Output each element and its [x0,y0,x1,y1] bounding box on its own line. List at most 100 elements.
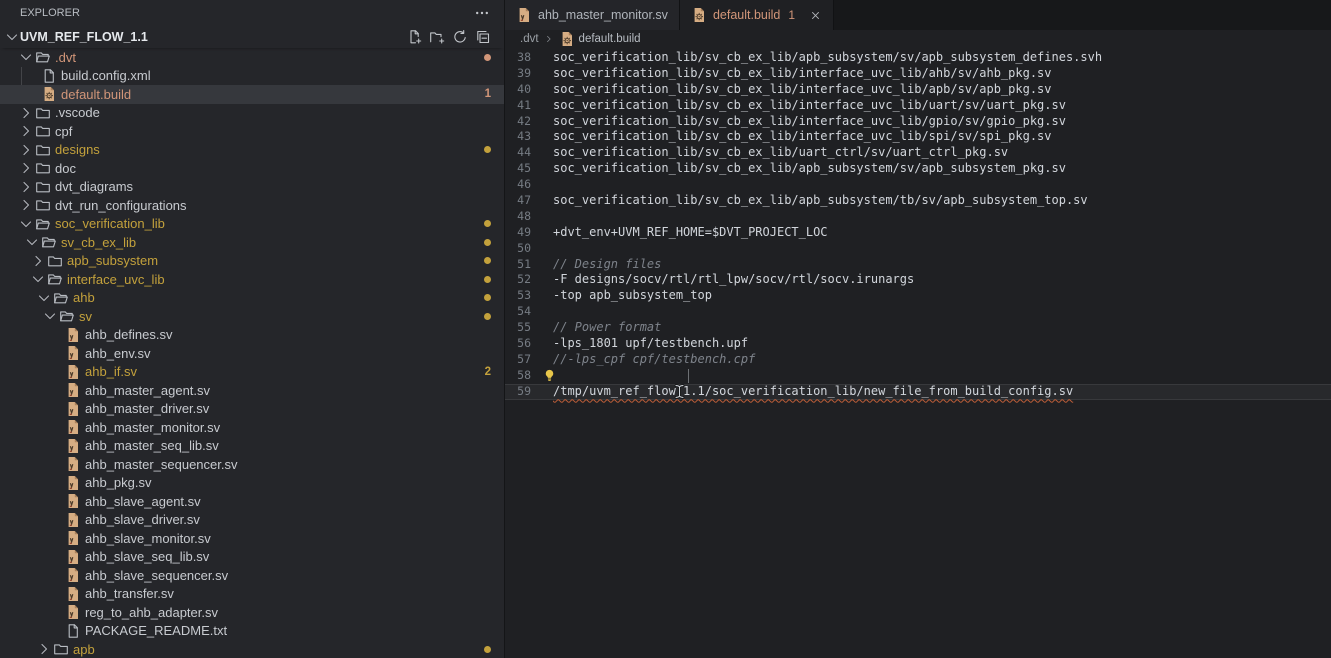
tree-item-ahb_master_sequencer.sv[interactable]: ahb_master_sequencer.sv [0,455,504,474]
tree-item-PACKAGE_README.txt[interactable]: PACKAGE_README.txt [0,622,504,641]
tree-item-ahb[interactable]: ahb [0,289,504,308]
chevron-down-icon[interactable] [42,308,58,324]
line-number: 58 [505,368,531,384]
code-line-40[interactable]: 40soc_verification_lib/sv_cb_ex_lib/inte… [505,82,1331,98]
code-line-59[interactable]: 59/tmp/uvm_ref_flow_1.1/soc_verification… [505,384,1331,400]
tab-ahb_master_monitor.sv[interactable]: ahb_master_monitor.sv [505,0,680,30]
refresh-icon[interactable] [452,29,468,45]
tree-item-sv[interactable]: sv [0,307,504,326]
code-line-47[interactable]: 47soc_verification_lib/sv_cb_ex_lib/apb_… [505,193,1331,209]
chevron-down-icon[interactable] [4,29,20,45]
chevron-right-icon[interactable] [18,142,34,158]
tree-item-ahb_slave_seq_lib.sv[interactable]: ahb_slave_seq_lib.sv [0,548,504,567]
folder-open-icon [58,308,75,324]
code-line-44[interactable]: 44 soc_verification_lib/sv_cb_ex_lib/uart… [505,145,1331,161]
tree-item-designs[interactable]: designs [0,141,504,160]
line-text: -top apb_subsystem_top [553,288,712,304]
code-line-54[interactable]: 54 [505,304,1331,320]
code-line-43[interactable]: 43soc_verification_lib/sv_cb_ex_lib/inte… [505,129,1331,145]
tree-item-label: ahb_defines.sv [85,327,172,342]
tree-item-ahb_slave_monitor.sv[interactable]: ahb_slave_monitor.sv [0,529,504,548]
tree-item-ahb_defines.sv[interactable]: ahb_defines.sv [0,326,504,345]
line-text: soc_verification_lib/sv_cb_ex_lib/uart_c… [553,145,1008,161]
chevron-down-icon[interactable] [18,216,34,232]
tree-item-ahb_master_driver.sv[interactable]: ahb_master_driver.sv [0,400,504,419]
tree-item-apb_subsystem[interactable]: apb_subsystem [0,252,504,271]
chevron-right-icon[interactable] [18,105,34,121]
line-number: 49 [505,225,531,241]
chevron-down-icon[interactable] [24,234,40,250]
chevron-down-icon[interactable] [18,49,34,65]
breadcrumb-folder[interactable]: .dvt [520,33,539,45]
close-icon[interactable] [809,9,822,22]
tree-item-ahb_slave_sequencer.sv[interactable]: ahb_slave_sequencer.sv [0,566,504,585]
code-editor[interactable]: 38soc_verification_lib/sv_cb_ex_lib/apb_… [505,48,1331,658]
chevron-down-icon[interactable] [36,290,52,306]
new-file-icon[interactable] [406,29,422,45]
code-line-51[interactable]: 51// Design files [505,257,1331,273]
tree-item-sv_cb_ex_lib[interactable]: sv_cb_ex_lib [0,233,504,252]
new-folder-icon[interactable] [429,29,445,45]
views-and-more-actions-icon[interactable] [474,5,490,21]
tree-item-ahb_slave_driver.sv[interactable]: ahb_slave_driver.sv [0,511,504,530]
tree-item-ahb_env.sv[interactable]: ahb_env.sv [0,344,504,363]
code-line-39[interactable]: 39soc_verification_lib/sv_cb_ex_lib/inte… [505,66,1331,82]
code-line-48[interactable]: 48 [505,209,1331,225]
tree-item-.vscode[interactable]: .vscode [0,104,504,123]
line-number: 39 [505,66,531,82]
code-line-53[interactable]: 53 -top apb_subsystem_top [505,288,1331,304]
chevron-right-icon[interactable] [18,179,34,195]
sv-file-icon [64,456,81,472]
tree-item-ahb_master_seq_lib.sv[interactable]: ahb_master_seq_lib.sv [0,437,504,456]
code-line-55[interactable]: 55// Power format [505,320,1331,336]
tree-item-reg_to_ahb_adapter.sv[interactable]: reg_to_ahb_adapter.sv [0,603,504,622]
tree-item-ahb_transfer.sv[interactable]: ahb_transfer.sv [0,585,504,604]
tree-item-ahb_master_monitor.sv[interactable]: ahb_master_monitor.sv [0,418,504,437]
code-line-57[interactable]: 57//-lps_cpf cpf/testbench.cpf [505,352,1331,368]
code-line-52[interactable]: 52-F designs/socv/rtl/rtl_lpw/socv/rtl/s… [505,272,1331,288]
line-number: 53 [505,288,531,304]
breadcrumb-file[interactable]: default.build [579,33,641,45]
tree-item-ahb_if.sv[interactable]: ahb_if.sv2 [0,363,504,382]
tree-item-.dvt[interactable]: .dvt [0,48,504,67]
chevron-right-icon[interactable] [18,160,34,176]
tab-problem-badge: 1 [788,8,795,22]
lightbulb-icon[interactable] [544,369,555,382]
folder-open-icon [40,234,57,250]
code-line-45[interactable]: 45soc_verification_lib/sv_cb_ex_lib/apb_… [505,161,1331,177]
tree-item-apb[interactable]: apb [0,640,504,658]
tab-default.build[interactable]: default.build 1 [680,0,834,30]
code-line-42[interactable]: 42soc_verification_lib/sv_cb_ex_lib/inte… [505,114,1331,130]
tree-item-build.config.xml[interactable]: build.config.xml [0,67,504,86]
code-line-50[interactable]: 50 [505,241,1331,257]
line-number: 44 [505,145,531,161]
tab-label: default.build [713,8,780,22]
modified-dot-badge [484,646,491,653]
tree-item-cpf[interactable]: cpf [0,122,504,141]
tree-item-default.build[interactable]: default.build1 [0,85,504,104]
tree-item-doc[interactable]: doc [0,159,504,178]
tree-item-ahb_master_agent.sv[interactable]: ahb_master_agent.sv [0,381,504,400]
code-line-38[interactable]: 38soc_verification_lib/sv_cb_ex_lib/apb_… [505,50,1331,66]
code-line-58[interactable]: 58 [505,368,1331,384]
tree-item-soc_verification_lib[interactable]: soc_verification_lib [0,215,504,234]
chevron-down-icon[interactable] [30,271,46,287]
chevron-right-icon[interactable] [18,197,34,213]
chevron-right-icon[interactable] [36,641,52,657]
sv-file-icon [64,345,81,361]
chevron-right-icon[interactable] [30,253,46,269]
code-line-41[interactable]: 41soc_verification_lib/sv_cb_ex_lib/inte… [505,98,1331,114]
folder-open-icon [34,216,51,232]
sv-file-icon [516,7,532,23]
collapse-all-icon[interactable] [475,29,491,45]
tree-item-ahb_slave_agent.sv[interactable]: ahb_slave_agent.sv [0,492,504,511]
tree-item-ahb_pkg.sv[interactable]: ahb_pkg.sv [0,474,504,493]
chevron-right-icon[interactable] [18,123,34,139]
code-line-56[interactable]: 56-lps_1801 upf/testbench.upf [505,336,1331,352]
code-line-46[interactable]: 46 [505,177,1331,193]
tree-item-interface_uvc_lib[interactable]: interface_uvc_lib [0,270,504,289]
project-section-header[interactable]: UVM_REF_FLOW_1.1 [0,25,504,48]
tree-item-dvt_diagrams[interactable]: dvt_diagrams [0,178,504,197]
code-line-49[interactable]: 49+dvt_env+UVM_REF_HOME=$DVT_PROJECT_LOC [505,225,1331,241]
tree-item-dvt_run_configurations[interactable]: dvt_run_configurations [0,196,504,215]
